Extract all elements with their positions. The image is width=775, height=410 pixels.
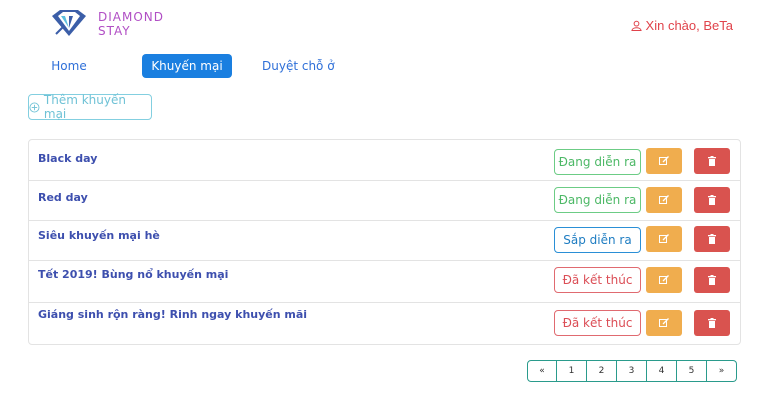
edit-button[interactable] (646, 226, 682, 252)
edit-button[interactable] (646, 187, 682, 213)
logo[interactable]: DIAMOND STAY (50, 8, 164, 38)
promotion-title[interactable]: Red day (38, 191, 88, 204)
page-2[interactable]: 2 (587, 360, 617, 382)
promotion-title[interactable]: Giáng sinh rộn ràng! Rinh ngay khuyến mã… (38, 308, 307, 321)
logo-line-2: STAY (98, 24, 131, 38)
delete-button[interactable] (694, 187, 730, 213)
edit-button[interactable] (646, 267, 682, 293)
trash-icon (708, 318, 716, 328)
promotion-list: Black day Đang diễn ra Red day Đang diễn… (28, 139, 741, 345)
edit-button[interactable] (646, 310, 682, 336)
trash-icon (708, 234, 716, 244)
nav-promotions[interactable]: Khuyến mại (142, 54, 232, 78)
page-1[interactable]: 1 (557, 360, 587, 382)
delete-button[interactable] (694, 267, 730, 293)
promotion-title[interactable]: Siêu khuyến mại hè (38, 229, 160, 242)
promotion-row: Giáng sinh rộn ràng! Rinh ngay khuyến mã… (29, 302, 740, 344)
status-badge[interactable]: Đã kết thúc (554, 267, 641, 293)
logo-line-1: DIAMOND (98, 10, 165, 24)
page-5[interactable]: 5 (677, 360, 707, 382)
add-promotion-label: Thêm khuyến mại (43, 93, 126, 121)
main-nav: Home Khuyến mại Duyệt chỗ ở (40, 54, 351, 78)
greeting-text: Xin chào, BeTa (645, 18, 733, 33)
page-4[interactable]: 4 (647, 360, 677, 382)
trash-icon (708, 156, 716, 166)
promotion-row: Red day Đang diễn ra (29, 180, 740, 221)
delete-button[interactable] (694, 310, 730, 336)
edit-icon (659, 195, 669, 204)
page-prev[interactable]: « (527, 360, 557, 382)
page-next[interactable]: » (707, 360, 737, 382)
promotion-row: Tết 2019! Bùng nổ khuyến mại Đã kết thúc (29, 260, 740, 303)
status-badge[interactable]: Đang diễn ra (554, 149, 641, 175)
nav-home[interactable]: Home (40, 54, 98, 78)
promotion-row: Black day Đang diễn ra (29, 140, 740, 181)
logo-text: DIAMOND STAY (98, 10, 164, 38)
nav-approve-stays[interactable]: Duyệt chỗ ở (246, 54, 351, 78)
page-3[interactable]: 3 (617, 360, 647, 382)
edit-icon (659, 234, 669, 243)
promotion-title[interactable]: Tết 2019! Bùng nổ khuyến mại (38, 268, 228, 281)
edit-icon (659, 156, 669, 165)
add-promotion-button[interactable]: Thêm khuyến mại (28, 93, 152, 121)
delete-button[interactable] (694, 148, 730, 174)
pagination: « 1 2 3 4 5 » (527, 360, 737, 382)
edit-icon (659, 275, 669, 284)
status-badge[interactable]: Sắp diễn ra (554, 227, 641, 253)
edit-button[interactable] (646, 148, 682, 174)
user-greeting[interactable]: Xin chào, BeTa (630, 18, 733, 33)
diamond-logo-icon (52, 10, 86, 36)
status-badge[interactable]: Đang diễn ra (554, 187, 641, 213)
delete-button[interactable] (694, 226, 730, 252)
plus-circle-icon (29, 102, 40, 112)
user-icon (630, 20, 642, 31)
promotion-row: Siêu khuyến mại hè Sắp diễn ra (29, 220, 740, 261)
status-badge[interactable]: Đã kết thúc (554, 310, 641, 336)
trash-icon (708, 275, 716, 285)
edit-icon (659, 318, 669, 327)
trash-icon (708, 195, 716, 205)
promotion-title[interactable]: Black day (38, 152, 97, 165)
